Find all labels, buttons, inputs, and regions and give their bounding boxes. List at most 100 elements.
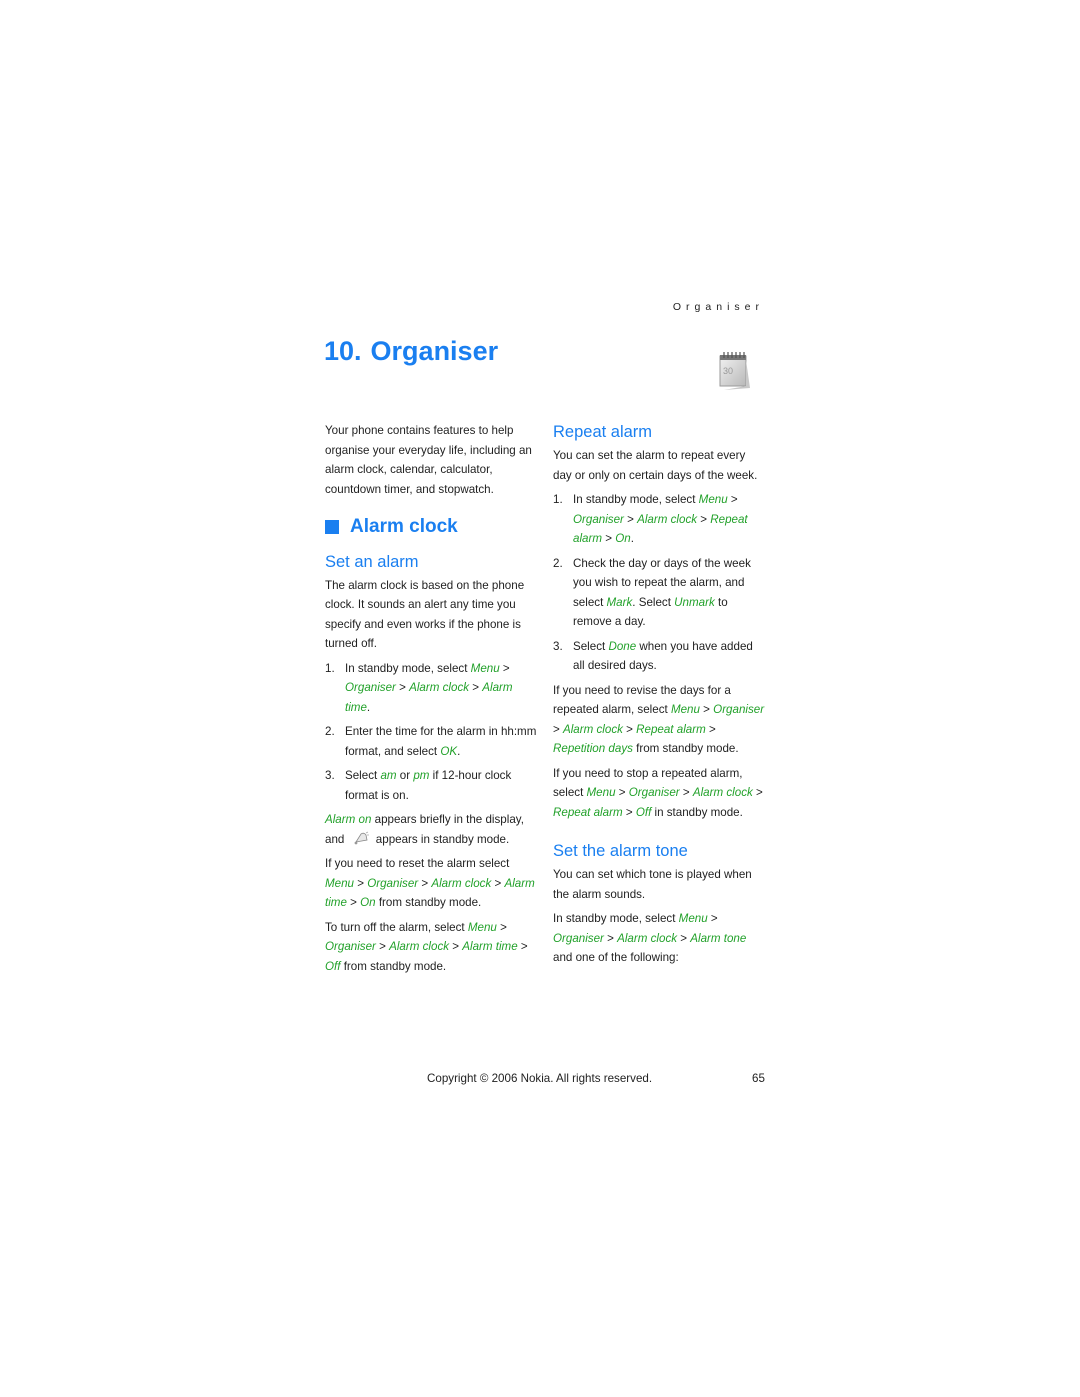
separator: > [752,786,763,799]
menu-path-item: Menu [470,661,500,675]
menu-path-item: pm [413,769,430,782]
separator: > [418,876,432,890]
menu-path-item: Off [635,805,652,819]
separator: > [375,940,390,953]
text: from standby mode. [375,896,482,909]
step-item: 3. Select Done when you have added all de… [553,637,765,676]
text: or [396,769,414,782]
menu-path-item: Menu [670,703,700,716]
separator: > [622,722,637,736]
menu-path-item: Alarm clock [637,512,698,526]
menu-path-item: Organiser [345,681,396,694]
text: In standby mode, select [573,493,699,506]
menu-path-item: Alarm clock [692,786,753,799]
repeat-alarm-paragraph: You can set the alarm to repeat every da… [553,449,758,482]
section-heading-alarm-clock: Alarm clock [325,517,537,537]
separator: > [346,896,361,909]
left-column: Your phone contains features to help org… [325,421,537,981]
separator: > [705,722,716,736]
separator: > [553,722,563,736]
menu-path-item: Done [608,639,637,653]
menu-path-item: Menu [325,876,355,890]
text: from standby mode. [340,959,447,973]
menu-path-item: Organiser [367,876,419,890]
menu-path-item: Alarm clock [389,940,450,953]
chapter-name: Organiser [370,336,499,366]
menu-path-item: On [360,896,376,909]
separator: > [449,940,463,953]
menu-path-item: Alarm time [462,940,518,953]
text: . [366,700,371,714]
set-alarm-steps: 1. In standby mode, select Menu > Organis… [325,659,537,806]
text: Select [573,639,609,653]
separator: > [623,512,638,526]
text: To turn off the alarm, select [325,920,468,934]
section-heading-text: Alarm clock [350,516,458,537]
set-alarm-paragraph: The alarm clock is based on the phone cl… [325,578,525,651]
display-text: Alarm on [325,813,372,826]
step-number: 3. [325,769,335,782]
text: Select [345,769,381,782]
separator: > [677,931,691,945]
separator: > [354,876,368,890]
repeat-alarm-steps: 1. In standby mode, select Menu > Organis… [553,490,765,676]
menu-path-item: Menu [698,493,728,506]
separator: > [491,876,505,890]
step-number: 1. [325,661,335,675]
alarm-tone-instructions: In standby mode, select Menu > Organiser… [553,909,765,968]
step-item: 1. In standby mode, select Menu > Organis… [553,490,765,549]
step-item: 2. Enter the time for the alarm in hh:mm … [325,722,537,761]
stop-repeat-paragraph: If you need to stop a repeated alarm, se… [553,764,765,823]
menu-path-item: OK [440,744,458,758]
text: In standby mode, select [345,661,471,675]
text: appears in standby mode. [372,832,510,846]
text: . Select [632,595,675,609]
menu-path-item: Alarm tone [690,931,747,945]
text: in standby mode. [651,805,743,819]
menu-path-item: Menu [678,912,708,925]
separator: > [679,786,693,799]
menu-path-item: Organiser [553,931,604,945]
separator: > [603,931,618,945]
step-number: 2. [325,725,335,738]
menu-path-item: Menu [586,786,616,799]
intro-paragraph: Your phone contains features to help org… [325,424,532,496]
revise-days-paragraph: If you need to revise the days for a rep… [553,681,765,759]
menu-path-item: Menu [467,920,497,934]
text: If you need to reset the alarm select [325,857,510,870]
alarm-on-paragraph: Alarm on appears briefly in the display,… [325,810,537,849]
menu-path-item: Alarm clock [617,931,678,945]
step-number: 3. [553,639,563,653]
section-bullet-icon [325,519,339,534]
chapter-number: 10. [324,336,362,366]
svg-text:30: 30 [723,366,733,376]
menu-path-item: Organiser [628,786,680,799]
text: In standby mode, select [553,912,679,925]
separator: > [622,805,636,819]
subheading-set-alarm: Set an alarm [325,552,419,571]
separator: > [602,532,616,545]
step-number: 1. [553,493,563,506]
menu-path-item: Repeat alarm [553,805,623,819]
separator: > [727,493,738,506]
text: . [630,532,634,545]
menu-path-item: Organiser [573,512,624,526]
menu-path-item: Alarm clock [563,722,623,736]
subheading-repeat-alarm: Repeat alarm [553,423,653,441]
menu-path-item: Organiser [713,703,765,716]
step-number: 2. [553,556,563,570]
menu-path-item: Mark [606,595,633,609]
menu-path-item: Off [325,959,341,973]
menu-path-item: Unmark [674,595,715,609]
menu-path-item: Repetition days [553,742,633,755]
turn-off-alarm-paragraph: To turn off the alarm, select Menu > Org… [325,918,537,977]
separator: > [469,681,483,694]
reset-alarm-paragraph: If you need to reset the alarm select Me… [325,854,537,913]
text: from standby mode. [632,742,739,755]
menu-path-item: Repeat alarm [636,722,706,736]
separator: > [697,512,711,526]
separator: > [499,661,510,675]
menu-path-item: Alarm clock [409,681,470,694]
menu-path-item: Alarm clock [431,876,492,890]
calendar-icon: 30 [719,352,750,390]
